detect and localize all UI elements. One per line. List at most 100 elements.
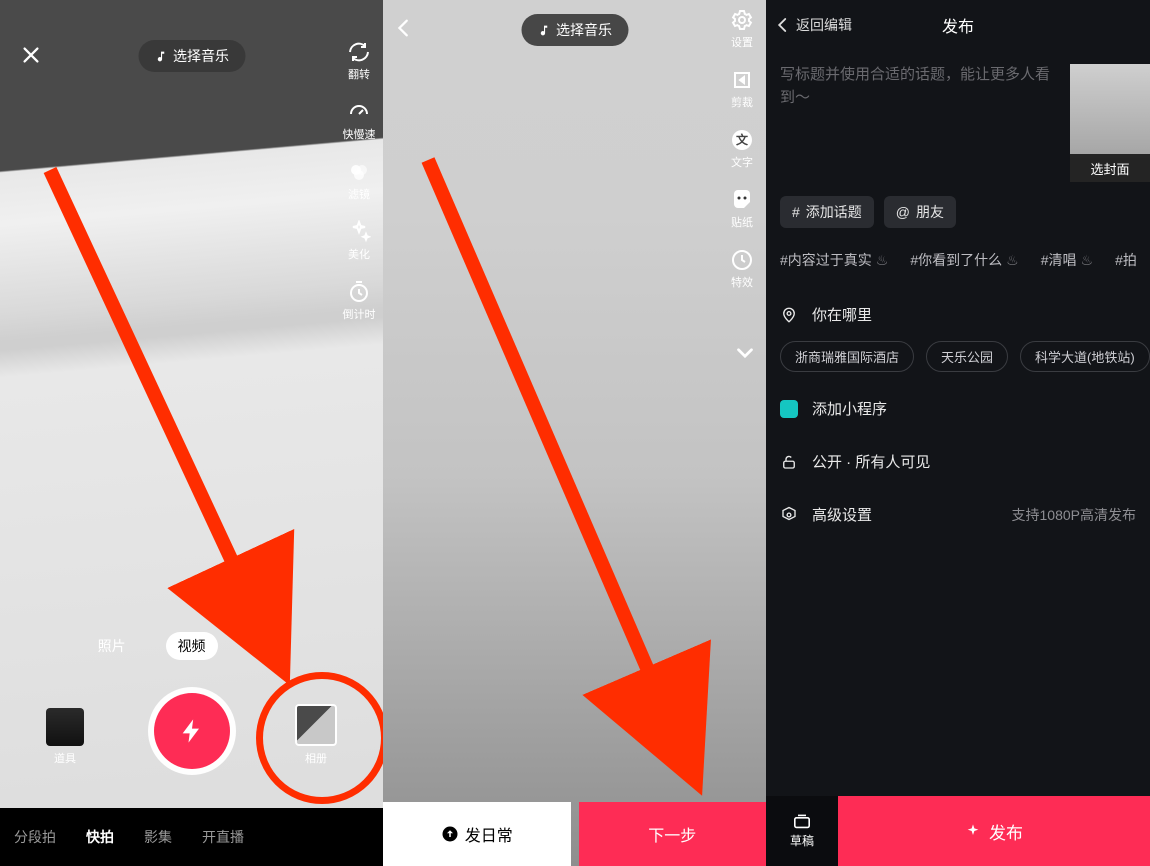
select-music-button[interactable]: 选择音乐 [138,40,245,72]
tab-clip[interactable]: 影集 [138,823,178,851]
chevron-down-icon [732,340,758,366]
fire-icon: ♨ [1081,252,1094,269]
select-cover-button[interactable]: 选封面 [1070,64,1150,182]
bottom-mode-tabs: 分段拍 快拍 影集 开直播 [0,808,383,866]
props-button[interactable]: 道具 [46,708,84,766]
filter-label: 滤镜 [348,189,370,201]
select-cover-label: 选封面 [1090,159,1129,178]
text-tool-button[interactable]: 文 文字 [718,128,766,170]
privacy-row[interactable]: 公开 · 所有人可见 [766,435,1150,488]
crop-label: 剪裁 [731,97,753,109]
edit-side-tools: 设置 剪裁 文 文字 贴纸 特效 [718,8,766,308]
mode-photo[interactable]: 照片 [86,632,138,660]
flip-icon [347,40,371,64]
sparkle-icon [347,220,371,244]
close-button[interactable] [20,42,42,73]
sticker-button[interactable]: 贴纸 [718,188,766,230]
screen-edit: 选择音乐 设置 剪裁 文 文字 贴纸 特效 [383,0,766,866]
music-note-icon [537,24,550,37]
back-to-edit-button[interactable]: 返回编辑 [774,0,852,50]
filter-button[interactable]: 滤镜 [335,160,383,202]
chevron-left-icon [393,17,415,39]
beauty-button[interactable]: 美化 [335,220,383,262]
filter-icon [347,160,371,184]
text-label: 文字 [731,157,753,169]
fx-icon [730,248,754,272]
props-label: 道具 [54,753,76,765]
fire-icon: ♨ [876,252,889,269]
add-topic-chip[interactable]: # 添加话题 [780,196,874,228]
settings-button[interactable]: 设置 [718,8,766,50]
music-note-icon [154,50,167,63]
advanced-settings-row[interactable]: 高级设置 支持1080P高清发布 [766,488,1150,541]
sticker-icon [730,188,754,212]
publish-button[interactable]: 发布 [838,796,1150,866]
crop-button[interactable]: 剪裁 [718,68,766,110]
next-step-button[interactable]: 下一步 [579,802,767,866]
expand-tools-button[interactable] [732,340,758,372]
draft-icon [792,813,812,829]
at-icon: @ [896,204,910,220]
post-daily-label: 发日常 [465,822,513,846]
tab-quick[interactable]: 快拍 [80,823,120,851]
flip-label: 翻转 [348,69,370,81]
chip-row: # 添加话题 @ 朋友 [766,196,1150,238]
add-miniprogram-row[interactable]: 添加小程序 [766,382,1150,435]
record-button[interactable] [154,693,230,769]
pin-icon [780,306,798,324]
tab-live[interactable]: 开直播 [196,823,250,851]
select-music-button[interactable]: 选择音乐 [521,14,628,46]
hashtag-item[interactable]: #清唱♨ [1041,250,1093,270]
location-row[interactable]: 你在哪里 [766,288,1150,341]
select-music-label: 选择音乐 [556,20,612,40]
mention-friend-chip[interactable]: @ 朋友 [884,196,956,228]
location-label: 你在哪里 [812,304,872,325]
speed-label: 快慢速 [343,129,376,141]
fire-icon: ♨ [1006,252,1019,269]
mode-text[interactable]: 文字 [245,632,297,660]
gauge-icon [347,100,371,124]
timer-button[interactable]: 倒计时 [335,280,383,322]
gear-icon [730,8,754,32]
upload-circle-icon [441,825,459,843]
hashtag-item[interactable]: #内容过于真实♨ [780,250,888,270]
location-chip[interactable]: 浙商瑞雅国际酒店 [780,341,914,372]
hex-gear-icon [780,506,798,524]
miniprogram-icon [780,400,798,418]
hashtag-item[interactable]: #拍 [1115,250,1137,270]
screen-record: 选择音乐 翻转 快慢速 滤镜 美化 倒计时 [0,0,383,866]
location-chip[interactable]: 科学大道(地铁站) [1020,341,1150,372]
record-side-tools: 翻转 快慢速 滤镜 美化 倒计时 [335,40,383,340]
publish-bottom-bar: 草稿 发布 [766,796,1150,866]
fx-label: 特效 [731,277,753,289]
svg-text:文: 文 [736,132,749,147]
location-suggestions: 浙商瑞雅国际酒店 天乐公园 科学大道(地铁站) 拓基 [766,341,1150,382]
trending-hashtags: #内容过于真实♨ #你看到了什么♨ #清唱♨ #拍 [766,238,1150,288]
sticker-label: 贴纸 [731,217,753,229]
hashtag-item[interactable]: #你看到了什么♨ [910,250,1018,270]
text-icon: 文 [730,128,754,152]
chevron-left-icon [774,16,792,34]
speed-button[interactable]: 快慢速 [335,100,383,142]
flip-camera-button[interactable]: 翻转 [335,40,383,82]
save-draft-button[interactable]: 草稿 [766,796,838,866]
advanced-label: 高级设置 [812,504,872,525]
spark-icon [965,823,981,839]
album-label: 相册 [305,753,327,765]
caption-placeholder: 写标题并使用合适的话题，能让更多人看到～ [780,66,1050,106]
advanced-hint: 支持1080P高清发布 [1012,505,1136,525]
capture-mode-switch: 照片 视频 文字 [0,632,383,660]
tab-segment[interactable]: 分段拍 [8,823,62,851]
mode-video[interactable]: 视频 [166,632,218,660]
mention-friend-label: 朋友 [916,202,944,222]
bolt-icon [178,717,206,745]
effects-button[interactable]: 特效 [718,248,766,290]
album-button[interactable]: 相册 [295,704,337,766]
back-button[interactable] [393,14,415,46]
screen-publish: 返回编辑 发布 写标题并使用合适的话题，能让更多人看到～ 选封面 # 添加话题 … [766,0,1150,866]
settings-label: 设置 [731,37,753,49]
crop-icon [730,68,754,92]
location-chip[interactable]: 天乐公园 [926,341,1008,372]
post-daily-button[interactable]: 发日常 [383,802,571,866]
beauty-label: 美化 [348,249,370,261]
